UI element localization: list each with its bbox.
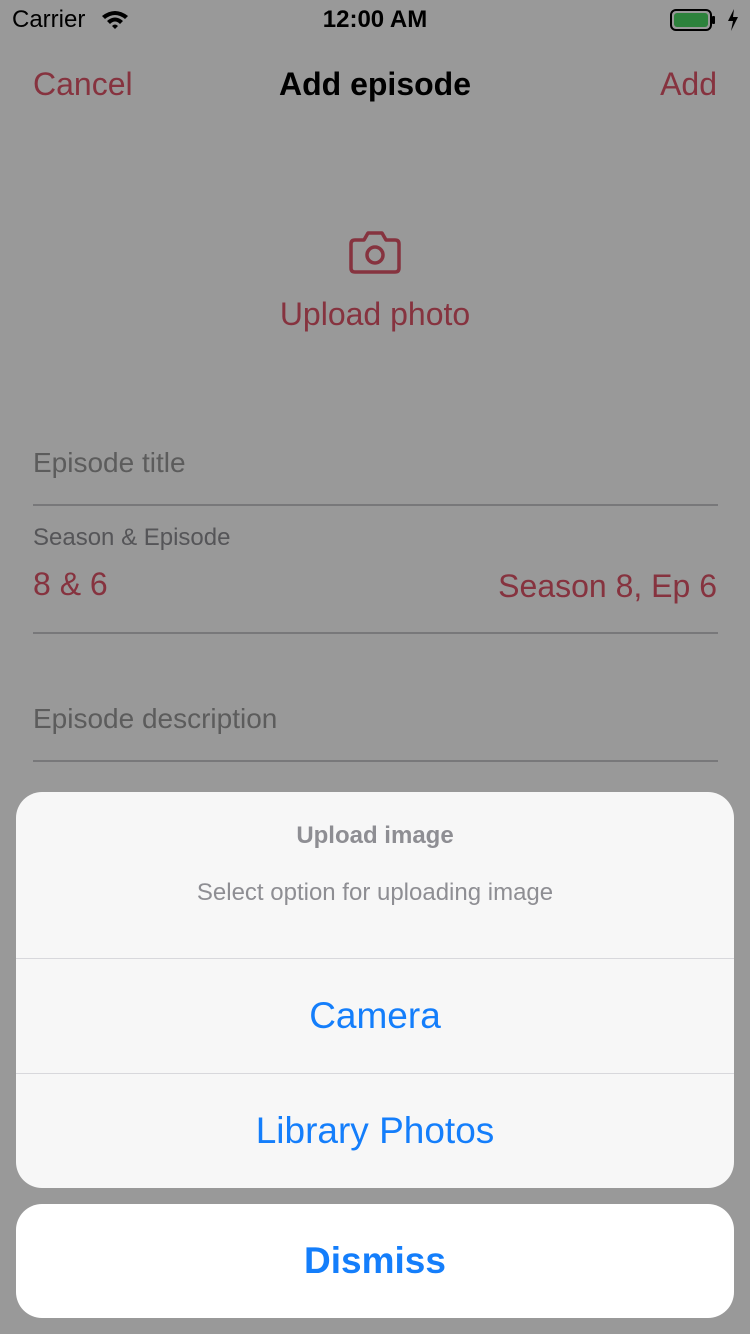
camera-option-button[interactable]: Camera [16,959,734,1073]
action-sheet: Upload image Select option for uploading… [16,792,734,1188]
library-photos-option-button[interactable]: Library Photos [16,1074,734,1188]
dismiss-button[interactable]: Dismiss [16,1204,734,1318]
action-sheet-message: Select option for uploading image [196,879,554,906]
action-sheet-title: Upload image [296,822,454,849]
